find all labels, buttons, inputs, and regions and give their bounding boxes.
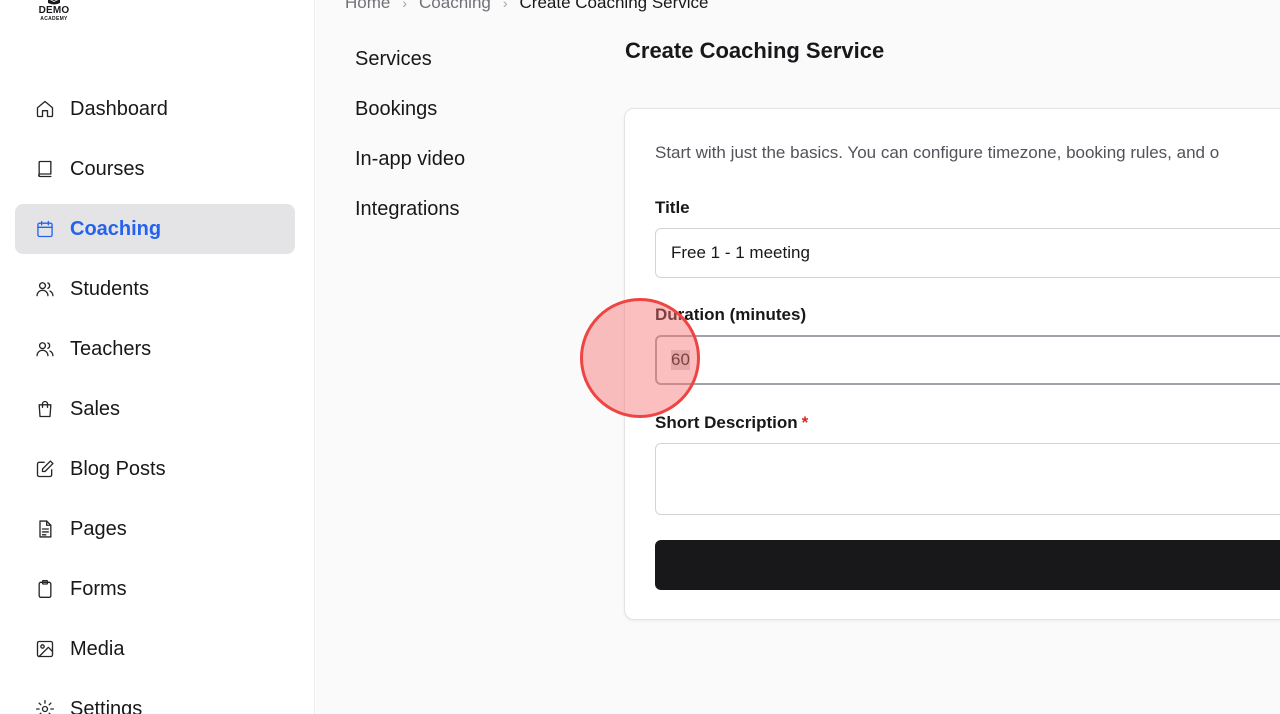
duration-label: Duration (minutes) (655, 305, 807, 324)
breadcrumb: Home › Coaching › Create Coaching Servic… (345, 0, 709, 14)
create-service-form: Start with just the basics. You can conf… (624, 108, 1280, 620)
sidebar-item-label: Courses (70, 157, 145, 180)
sidebar-item-pages[interactable]: Pages (15, 504, 295, 554)
sidebar: DEMO ACADEMY Dashboard Courses Coaching … (0, 0, 315, 714)
app-window: DEMO ACADEMY Dashboard Courses Coaching … (0, 0, 1280, 714)
coaching-subnav: Services Bookings In-app video Integrati… (355, 34, 465, 234)
users-icon (35, 279, 55, 299)
image-icon (35, 639, 55, 659)
sidebar-item-label: Coaching (70, 217, 162, 240)
logo-subtext: ACADEMY (40, 16, 68, 22)
edit-icon (35, 459, 55, 479)
short-description-label: Short Description * (655, 413, 808, 433)
chevron-right-icon: › (402, 0, 408, 11)
sidebar-item-label: Students (70, 277, 149, 300)
subnav-item-services[interactable]: Services (355, 34, 465, 84)
sidebar-item-label: Media (70, 637, 125, 660)
home-icon (35, 99, 55, 119)
sidebar-item-forms[interactable]: Forms (15, 564, 295, 614)
sidebar-item-coaching[interactable]: Coaching (15, 204, 295, 254)
sidebar-item-label: Pages (70, 517, 127, 540)
title-input-value: Free 1 - 1 meeting (671, 243, 810, 262)
sidebar-item-settings[interactable]: Settings (15, 684, 295, 714)
short-description-textarea[interactable] (655, 443, 1280, 515)
sidebar-item-sales[interactable]: Sales (15, 384, 295, 434)
gear-icon (35, 699, 55, 714)
sidebar-item-media[interactable]: Media (15, 624, 295, 674)
sidebar-item-label: Teachers (70, 337, 152, 360)
duration-input-value: 60 (671, 350, 690, 370)
sidebar-nav: Dashboard Courses Coaching Students Teac… (15, 84, 295, 714)
users-icon (35, 339, 55, 359)
breadcrumb-coaching[interactable]: Coaching (419, 0, 491, 13)
sidebar-item-teachers[interactable]: Teachers (15, 324, 295, 374)
subnav-item-integrations[interactable]: Integrations (355, 184, 465, 234)
form-intro-text: Start with just the basics. You can conf… (655, 143, 1220, 162)
sidebar-item-courses[interactable]: Courses (15, 144, 295, 194)
title-label: Title (655, 198, 690, 217)
sidebar-item-label: Blog Posts (70, 457, 166, 480)
submit-button[interactable] (655, 540, 1280, 590)
file-text-icon (35, 519, 55, 539)
duration-input[interactable]: 60 (655, 335, 1280, 385)
sidebar-item-label: Dashboard (70, 97, 168, 120)
sidebar-item-blog-posts[interactable]: Blog Posts (15, 444, 295, 494)
breadcrumb-home[interactable]: Home (345, 0, 390, 13)
main-content: Home › Coaching › Create Coaching Servic… (316, 0, 1280, 714)
required-asterisk: * (801, 413, 809, 432)
sidebar-item-label: Forms (70, 577, 127, 600)
breadcrumb-current: Create Coaching Service (519, 0, 709, 12)
calendar-icon (35, 219, 55, 239)
chevron-right-icon: › (502, 0, 508, 11)
book-icon (35, 159, 55, 179)
subnav-item-bookings[interactable]: Bookings (355, 84, 465, 134)
short-description-label-text: Short Description (655, 413, 798, 432)
sidebar-item-label: Settings (70, 697, 143, 714)
shopping-bag-icon (35, 399, 55, 419)
academy-logo[interactable]: DEMO ACADEMY (34, 0, 74, 28)
logo-text: DEMO (38, 5, 70, 16)
subnav-item-in-app-video[interactable]: In-app video (355, 134, 465, 184)
sidebar-item-label: Sales (70, 397, 121, 420)
sidebar-item-students[interactable]: Students (15, 264, 295, 314)
page-title: Create Coaching Service (625, 38, 885, 63)
sidebar-item-dashboard[interactable]: Dashboard (15, 84, 295, 134)
clipboard-icon (35, 579, 55, 599)
title-input[interactable]: Free 1 - 1 meeting (655, 228, 1280, 278)
